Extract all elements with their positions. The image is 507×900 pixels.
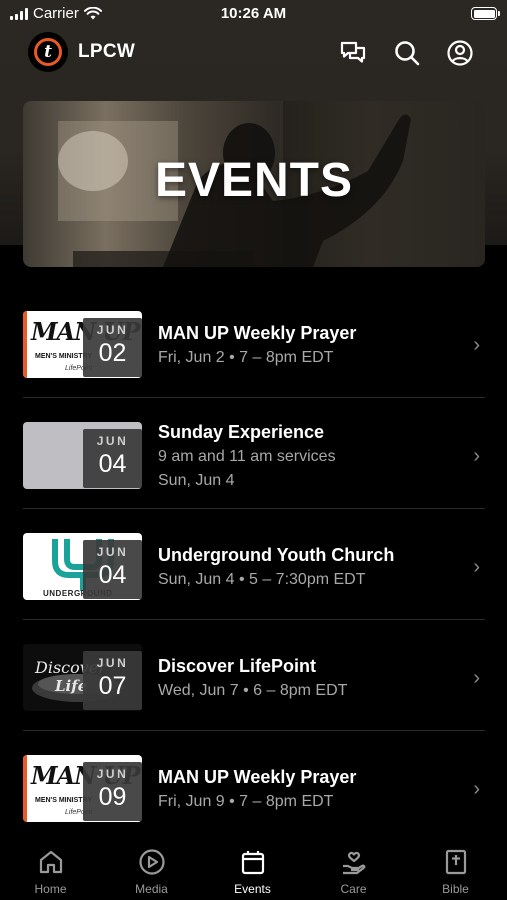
- date-badge: JUN 04: [83, 540, 142, 599]
- tab-label: Home: [34, 882, 67, 896]
- event-time: Sun, Jun 4 • 5 – 7:30pm EDT: [158, 571, 366, 588]
- heart-hand-icon: [342, 851, 365, 875]
- tab-label: Care: [340, 882, 367, 896]
- tab-care[interactable]: Care: [303, 838, 404, 900]
- event-title: Discover LifePoint: [158, 656, 317, 676]
- date-month: JUN: [96, 434, 129, 448]
- event-row[interactable]: MAN UP MEN'S MINISTRY LifePoint JUN 02 M…: [0, 287, 507, 398]
- tab-label: Media: [135, 882, 168, 896]
- event-title: MAN UP Weekly Prayer: [158, 767, 357, 787]
- event-time: Wed, Jun 7 • 6 – 8pm EDT: [158, 682, 348, 699]
- date-badge: JUN 09: [83, 762, 142, 821]
- date-badge: JUN 04: [83, 429, 142, 488]
- tab-label: Bible: [442, 882, 469, 896]
- app-title: LPCW: [78, 41, 136, 62]
- tab-bar: Home Media Events Care Bible: [0, 838, 507, 900]
- search-icon[interactable]: [392, 38, 422, 68]
- tab-events[interactable]: Events: [202, 838, 303, 900]
- date-day: 09: [98, 783, 127, 811]
- events-banner: EVENTS: [23, 101, 485, 267]
- event-time: Fri, Jun 9 • 7 – 8pm EDT: [158, 793, 334, 810]
- tab-label: Events: [234, 882, 271, 896]
- chevron-right-icon: ›: [473, 334, 480, 356]
- event-subtitle: 9 am and 11 am services: [158, 448, 336, 465]
- event-row[interactable]: JUN 04 Sunday Experience 9 am and 11 am …: [0, 398, 507, 509]
- event-list: MAN UP MEN'S MINISTRY LifePoint JUN 02 M…: [0, 287, 507, 842]
- date-badge: JUN 07: [83, 651, 142, 710]
- date-month: JUN: [96, 656, 129, 670]
- date-day: 04: [98, 561, 127, 589]
- event-time: Fri, Jun 2 • 7 – 8pm EDT: [158, 349, 334, 366]
- app-header: t LPCW: [0, 30, 507, 76]
- tab-home[interactable]: Home: [0, 838, 101, 900]
- chevron-right-icon: ›: [473, 445, 480, 467]
- tab-media[interactable]: Media: [101, 838, 202, 900]
- date-day: 04: [98, 450, 127, 478]
- church-logo[interactable]: t: [28, 32, 68, 72]
- chevron-right-icon: ›: [473, 778, 480, 800]
- date-day: 02: [98, 339, 127, 367]
- event-time: Sun, Jun 4: [158, 472, 235, 489]
- status-bar: Carrier 10:26 AM: [0, 0, 507, 28]
- tab-bible[interactable]: Bible: [405, 838, 506, 900]
- banner-title: EVENTS: [154, 154, 354, 207]
- calendar-icon: [241, 851, 264, 875]
- battery-icon: [471, 7, 500, 20]
- chat-icon[interactable]: [338, 38, 368, 68]
- chevron-right-icon: ›: [473, 556, 480, 578]
- event-row[interactable]: MAN UP MEN'S MINISTRY LifePoint JUN 09 M…: [0, 731, 507, 842]
- date-badge: JUN 02: [83, 318, 142, 377]
- event-title: Underground Youth Church: [158, 545, 395, 565]
- date-month: JUN: [96, 323, 129, 337]
- profile-icon[interactable]: [445, 38, 475, 68]
- home-icon: [39, 850, 62, 874]
- date-month: JUN: [96, 767, 129, 781]
- date-month: JUN: [96, 545, 129, 559]
- status-time: 10:26 AM: [220, 5, 287, 22]
- event-title: MAN UP Weekly Prayer: [158, 323, 357, 343]
- event-title: Sunday Experience: [158, 422, 325, 442]
- date-day: 07: [98, 672, 127, 700]
- play-circle-icon: [138, 849, 165, 875]
- event-row[interactable]: Discover Life JUN 07 Discover LifePoint …: [0, 620, 507, 731]
- chevron-right-icon: ›: [473, 667, 480, 689]
- event-row[interactable]: UNDERGROUND JUN 04 Underground Youth Chu…: [0, 509, 507, 620]
- bible-icon: [445, 849, 466, 875]
- logo-letter: t: [34, 38, 62, 66]
